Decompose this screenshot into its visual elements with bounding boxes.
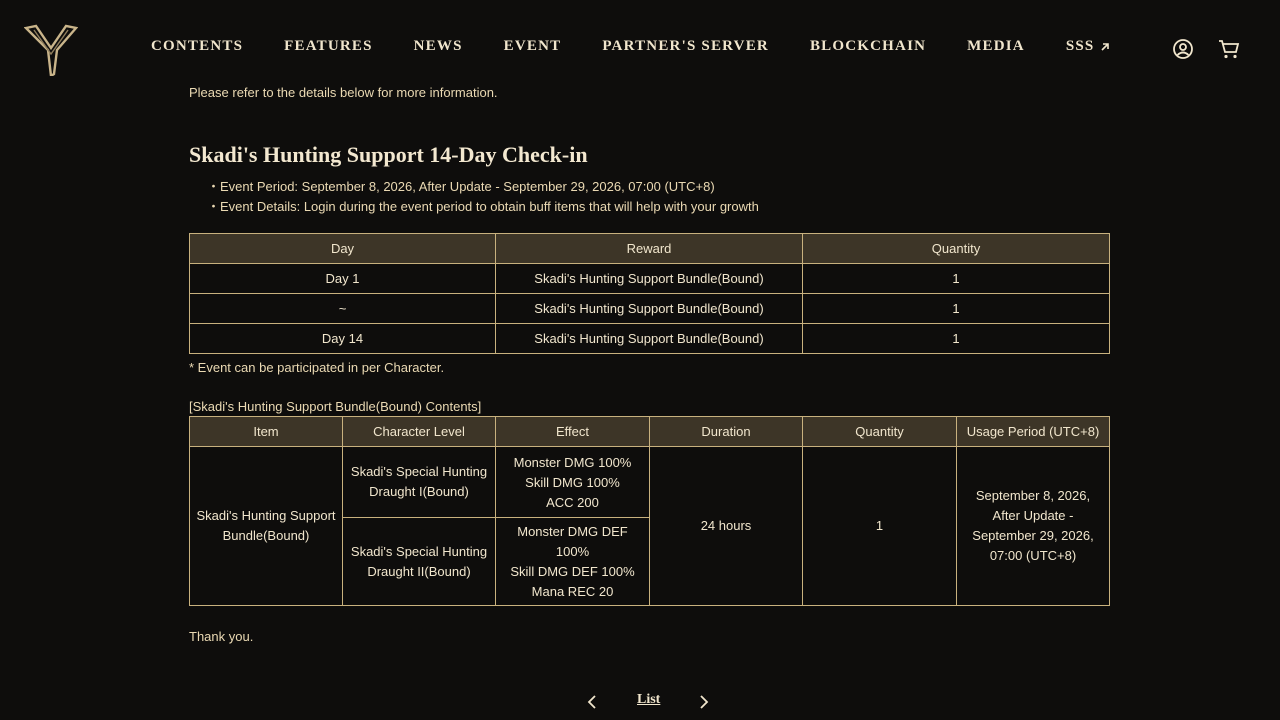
closing-text: Thank you.: [189, 629, 254, 644]
event-details: ・Event Details: Login during the event p…: [207, 199, 759, 214]
cell-day: ~: [189, 293, 496, 324]
col-quantity: Quantity: [802, 233, 1110, 264]
chevron-left-icon[interactable]: [586, 694, 598, 710]
cell-effect: Monster DMG 100% Skill DMG 100% ACC 200: [495, 446, 650, 518]
cell-day: Day 14: [189, 323, 496, 354]
col-day: Day: [189, 233, 496, 264]
col-effect: Effect: [495, 416, 650, 447]
nav-news[interactable]: NEWS: [414, 38, 463, 55]
event-period: ・Event Period: September 8, 2026, After …: [207, 179, 715, 194]
effect-line: Mana REC 20: [531, 583, 614, 599]
user-circle-icon[interactable]: [1172, 38, 1194, 60]
cell-quantity: 1: [802, 446, 957, 606]
table-row: Day 1 Skadi's Hunting Support Bundle(Bou…: [189, 263, 1110, 294]
cell-effect: Monster DMG DEF 100% Skill DMG DEF 100% …: [495, 517, 650, 606]
event-title: Skadi's Hunting Support 14-Day Check-in: [189, 142, 588, 167]
effect-line: Monster DMG DEF 100%: [517, 523, 628, 559]
chevron-right-icon[interactable]: [698, 694, 710, 710]
checkin-reward-table: Day Reward Quantity Day 1 Skadi's Huntin…: [189, 233, 1110, 354]
nav-sss[interactable]: SSS: [1066, 38, 1111, 55]
nav-features[interactable]: FEATURES: [284, 38, 373, 55]
col-duration: Duration: [649, 416, 803, 447]
table-header-row: Day Reward Quantity: [189, 233, 1110, 264]
col-item: Item: [189, 416, 343, 447]
list-link[interactable]: List: [637, 692, 660, 708]
table-row: ~ Skadi's Hunting Support Bundle(Bound) …: [189, 293, 1110, 324]
cell-quantity: 1: [802, 323, 1110, 354]
col-quantity: Quantity: [802, 416, 957, 447]
nav-partners-server[interactable]: PARTNER'S SERVER: [602, 38, 769, 55]
nav-contents[interactable]: CONTENTS: [151, 38, 243, 55]
col-character-level: Character Level: [342, 416, 496, 447]
cell-level: Skadi's Special Hunting Draught II(Bound…: [342, 517, 496, 606]
article-pager: List: [580, 690, 720, 714]
col-usage-period: Usage Period (UTC+8): [956, 416, 1110, 447]
nav-sss-label: SSS: [1065, 38, 1095, 54]
main-nav: CONTENTS FEATURES NEWS EVENT PARTNER'S S…: [151, 38, 1110, 55]
bundle-contents-table: Item Character Level Effect Duration Qua…: [189, 416, 1110, 606]
cell-day: Day 1: [189, 263, 496, 294]
table-header-row: Item Character Level Effect Duration Qua…: [189, 416, 1110, 447]
cart-icon[interactable]: [1218, 38, 1240, 60]
effect-line: Skill DMG 100%: [525, 474, 620, 490]
table-row: Skadi's Hunting Support Bundle(Bound) Sk…: [189, 446, 1110, 606]
nav-blockchain[interactable]: BLOCKCHAIN: [810, 38, 926, 55]
nav-event[interactable]: EVENT: [504, 38, 562, 55]
arrow-up-right-icon: [1101, 42, 1110, 51]
effect-line: ACC 200: [546, 494, 599, 510]
bundle-heading: [Skadi's Hunting Support Bundle(Bound) C…: [189, 399, 482, 414]
nav-media[interactable]: MEDIA: [967, 38, 1025, 55]
table-row: Day 14 Skadi's Hunting Support Bundle(Bo…: [189, 323, 1110, 354]
effect-line: Skill DMG DEF 100%: [510, 563, 635, 579]
cell-reward: Skadi's Hunting Support Bundle(Bound): [495, 293, 803, 324]
cell-usage-period: September 8, 2026, After Update - Septem…: [956, 446, 1110, 606]
cell-quantity: 1: [802, 263, 1110, 294]
cell-reward: Skadi's Hunting Support Bundle(Bound): [495, 323, 803, 354]
cell-reward: Skadi's Hunting Support Bundle(Bound): [495, 263, 803, 294]
cell-duration: 24 hours: [649, 446, 803, 606]
col-reward: Reward: [495, 233, 803, 264]
intro-text: Please refer to the details below for mo…: [189, 85, 498, 100]
cell-level: Skadi's Special Hunting Draught I(Bound): [342, 446, 496, 518]
effect-line: Monster DMG 100%: [513, 454, 632, 470]
y-emblem-logo[interactable]: [24, 24, 78, 76]
cell-item: Skadi's Hunting Support Bundle(Bound): [189, 446, 343, 606]
site-header: CONTENTS FEATURES NEWS EVENT PARTNER'S S…: [0, 0, 1280, 82]
participation-note: * Event can be participated in per Chara…: [189, 360, 445, 375]
cell-quantity: 1: [802, 293, 1110, 324]
